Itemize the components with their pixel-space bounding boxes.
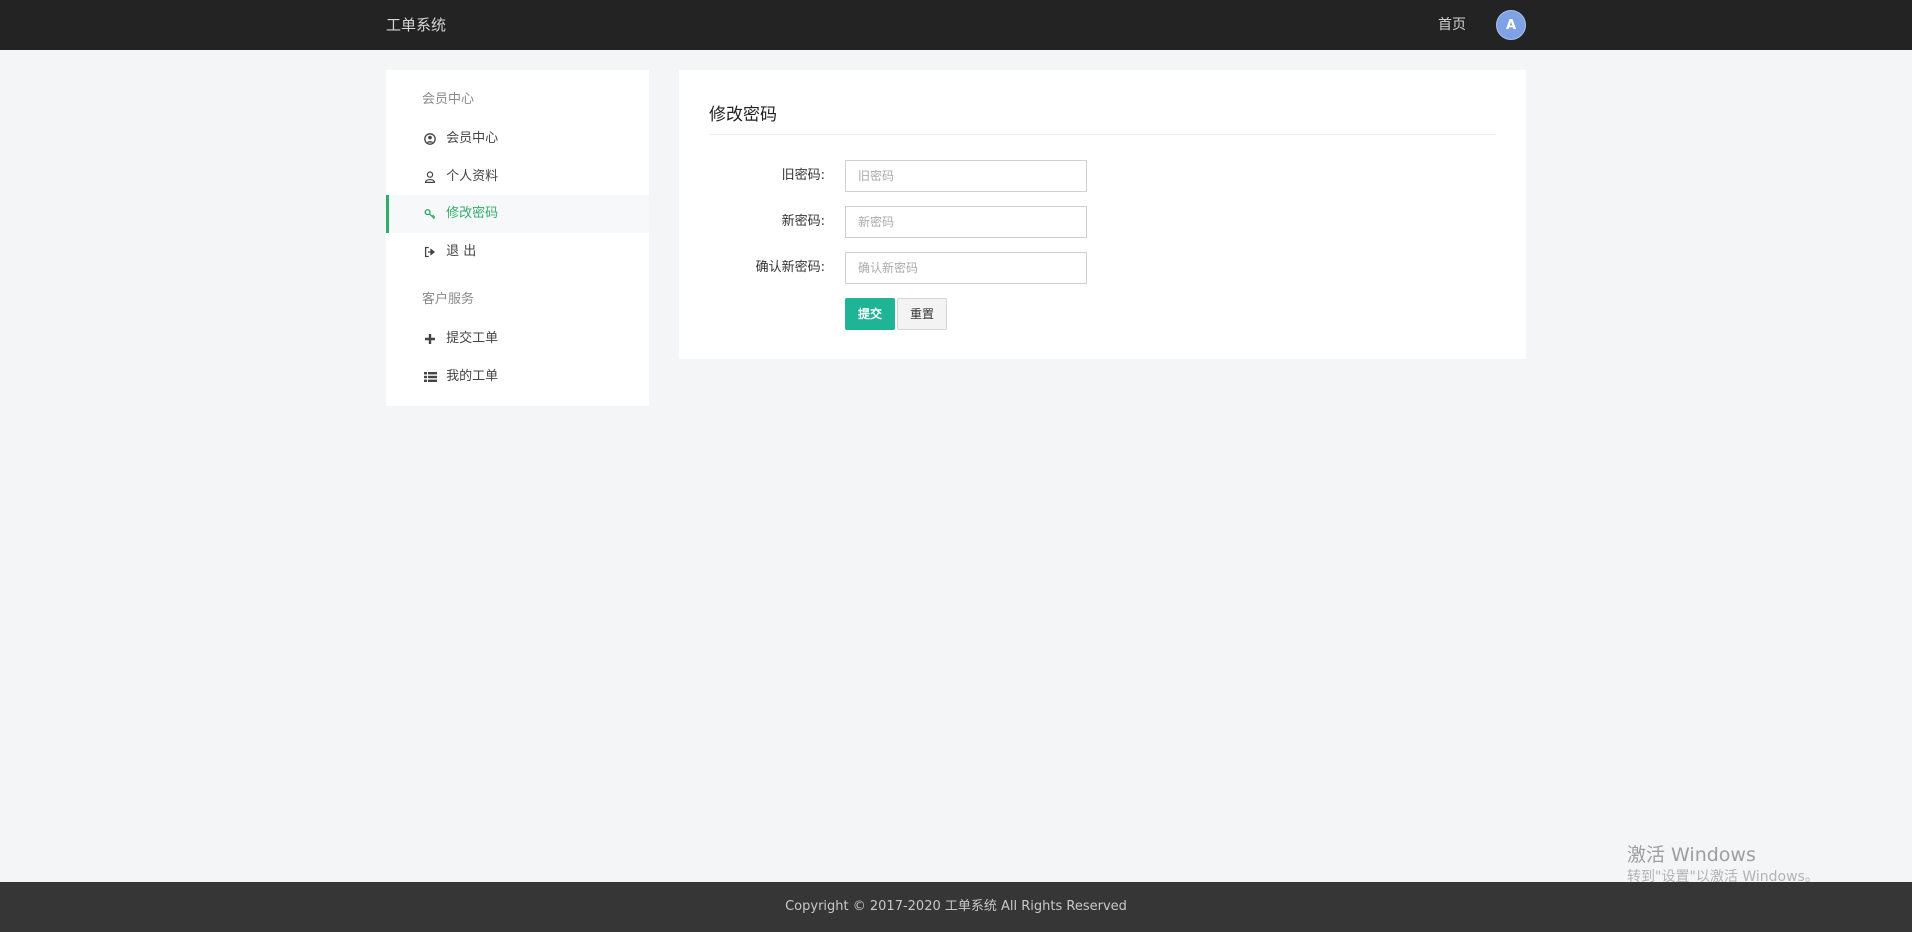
confirm-password-label: 确认新密码: <box>755 260 825 275</box>
sidebar-item-label: 会员中心 <box>446 131 499 146</box>
submit-button[interactable]: 提交 <box>845 298 895 330</box>
user-circle-icon <box>424 120 440 158</box>
sidebar: 会员中心 会员中心 个人资料 修改密码 退 出 客户服务 提交工单 我的工单 <box>386 70 649 406</box>
user-icon <box>424 158 440 196</box>
sidebar-item-member-center[interactable]: 会员中心 <box>386 120 649 158</box>
sidebar-item-profile[interactable]: 个人资料 <box>386 158 649 196</box>
sidebar-group-title-member: 会员中心 <box>422 92 475 107</box>
nav-home-link[interactable]: 首页 <box>1438 0 1466 50</box>
sidebar-item-label: 提交工单 <box>446 331 499 346</box>
list-icon <box>424 358 440 396</box>
avatar[interactable]: A <box>1496 10 1526 40</box>
windows-activation-title: 激活 Windows <box>1627 844 1756 866</box>
sidebar-item-label: 修改密码 <box>446 206 499 221</box>
confirm-password-input[interactable] <box>845 252 1087 284</box>
sidebar-item-label: 个人资料 <box>446 169 499 184</box>
sidebar-item-label: 退 出 <box>446 244 477 259</box>
key-icon <box>424 195 440 233</box>
sign-out-icon <box>424 233 440 271</box>
sidebar-group-title-service: 客户服务 <box>422 292 475 307</box>
page: 工单系统 首页 A 会员中心 会员中心 个人资料 修改密码 退 出 客户服务 提… <box>0 0 1912 932</box>
new-password-label: 新密码: <box>781 214 825 229</box>
reset-button[interactable]: 重置 <box>897 298 947 330</box>
sidebar-item-label: 我的工单 <box>446 369 499 384</box>
footer: Copyright © 2017-2020 工单系统 All Rights Re… <box>0 882 1912 932</box>
plus-icon <box>424 320 440 358</box>
footer-copyright: Copyright © 2017-2020 工单系统 All Rights Re… <box>785 899 1127 914</box>
page-title: 修改密码 <box>709 105 777 125</box>
sidebar-item-logout[interactable]: 退 出 <box>386 233 649 271</box>
old-password-input[interactable] <box>845 160 1087 192</box>
brand-title[interactable]: 工单系统 <box>386 0 446 50</box>
old-password-label: 旧密码: <box>781 168 825 183</box>
sidebar-item-change-password[interactable]: 修改密码 <box>386 195 649 233</box>
new-password-input[interactable] <box>845 206 1087 238</box>
top-navbar: 工单系统 首页 A <box>0 0 1912 50</box>
change-password-card: 修改密码 旧密码: 新密码: 确认新密码: 提交 重置 <box>679 70 1526 359</box>
title-divider <box>709 134 1496 135</box>
sidebar-item-submit-ticket[interactable]: 提交工单 <box>386 320 649 358</box>
sidebar-item-my-tickets[interactable]: 我的工单 <box>386 358 649 396</box>
